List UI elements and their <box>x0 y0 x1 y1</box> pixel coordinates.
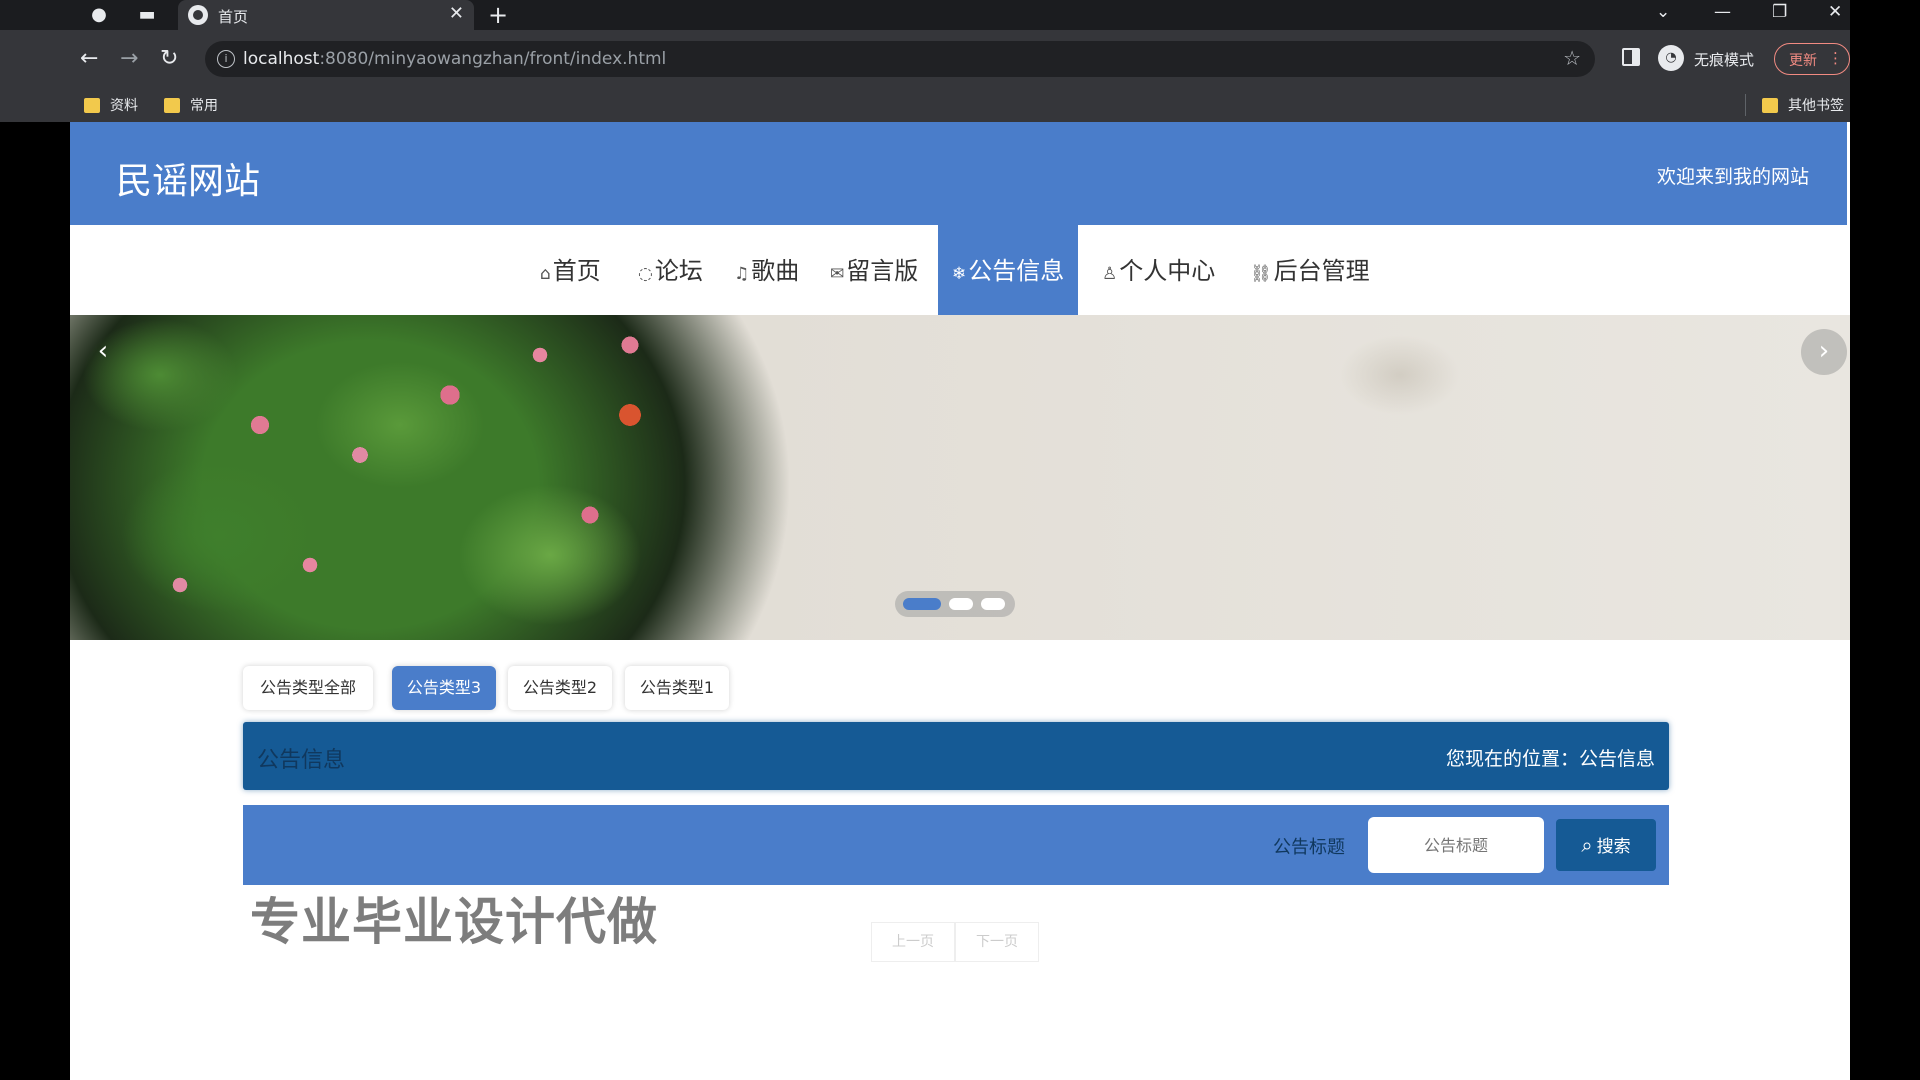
nav-item-home[interactable]: ⌂首页 <box>540 225 601 317</box>
user-icon: ♙ <box>1102 264 1118 284</box>
bookmark-label: 常用 <box>190 98 218 114</box>
url-host: localhost <box>243 49 320 69</box>
bookmark-label: 资料 <box>110 98 138 114</box>
next-page-button[interactable]: 下一页 <box>955 922 1039 962</box>
web-page: 民谣网站 欢迎来到我的网站 ⌂首页 ◌论坛 ♫歌曲 ✉留言版 ❄公告信息 ♙个人… <box>70 122 1850 1080</box>
reload-icon[interactable]: ↻ <box>160 45 178 73</box>
folder-icon <box>1762 98 1778 113</box>
close-window-button[interactable]: ✕ <box>1828 2 1842 22</box>
address-bar[interactable]: i localhost:8080/minyaowangzhan/front/in… <box>205 41 1595 77</box>
folder-icon <box>84 98 100 113</box>
filter-type-2[interactable]: 公告类型2 <box>508 666 612 710</box>
globe-icon <box>188 5 208 25</box>
search-icon: ⌕ <box>1581 833 1593 857</box>
filter-type-all[interactable]: 公告类型全部 <box>243 666 373 710</box>
banner-carousel[interactable]: ‹ › <box>70 315 1850 640</box>
forward-icon[interactable]: → <box>120 45 138 73</box>
folder-icon <box>164 98 180 113</box>
bookmarks-bar: 资料 常用 其他书签 <box>0 88 1850 122</box>
bookmark-star-icon[interactable]: ☆ <box>1563 46 1581 70</box>
search-button[interactable]: ⌕ 搜索 <box>1556 819 1656 871</box>
carousel-dot-1[interactable] <box>903 598 941 610</box>
breadcrumb: 公告信息 您现在的位置：公告信息 <box>243 722 1669 790</box>
carousel-indicators <box>895 591 1015 617</box>
main-nav: ⌂首页 ◌论坛 ♫歌曲 ✉留言版 ❄公告信息 ♙个人中心 ⛓后台管理 <box>70 225 1847 317</box>
more-vert-icon: ⋮ <box>1828 49 1843 67</box>
restore-button[interactable]: ❐ <box>1772 2 1787 22</box>
nav-label: 个人中心 <box>1119 257 1216 285</box>
bookmark-folder-ziliao[interactable]: 资料 <box>84 96 138 116</box>
filter-type-1[interactable]: 公告类型1 <box>625 666 729 710</box>
forum-icon: ◌ <box>638 264 653 284</box>
search-button-label: 搜索 <box>1596 837 1631 857</box>
location-text: 您现在的位置：公告信息 <box>1445 748 1655 770</box>
snowflake-icon: ❄ <box>952 264 967 284</box>
chevron-right-icon[interactable]: › <box>1801 329 1847 375</box>
site-header: 民谣网站 欢迎来到我的网站 <box>70 122 1847 225</box>
tab-home[interactable]: 首页 ✕ <box>178 0 474 30</box>
site-title: 民谣网站 <box>116 161 261 202</box>
mail-icon: ✉ <box>830 264 845 284</box>
url-path: :8080/minyaowangzhan/front/index.html <box>319 49 667 69</box>
nav-item-forum[interactable]: ◌论坛 <box>638 225 703 317</box>
music-icon: ♫ <box>734 264 750 284</box>
nav-item-guestbook[interactable]: ✉留言版 <box>830 225 918 317</box>
watermark-text: 专业毕业设计代做 <box>250 893 658 951</box>
nav-label: 留言版 <box>846 257 919 285</box>
close-tab-icon[interactable]: ✕ <box>449 3 464 24</box>
chevron-left-icon[interactable]: ‹ <box>80 329 126 375</box>
search-label: 公告标题 <box>1273 837 1345 858</box>
browser-menu-icon[interactable]: ● <box>88 4 110 26</box>
nav-label: 后台管理 <box>1273 257 1370 285</box>
update-label: 更新 <box>1789 53 1817 69</box>
bookmark-folder-other[interactable]: 其他书签 <box>1762 96 1844 116</box>
banner-image <box>70 315 830 640</box>
new-tab-button[interactable]: + <box>488 1 508 29</box>
bookmark-folder-changyong[interactable]: 常用 <box>164 96 218 116</box>
minimize-button[interactable]: — <box>1714 2 1731 22</box>
carousel-dot-3[interactable] <box>981 598 1005 610</box>
url-text[interactable]: localhost:8080/minyaowangzhan/front/inde… <box>243 49 666 69</box>
search-input[interactable] <box>1368 817 1544 873</box>
side-panel-icon[interactable] <box>1622 48 1640 66</box>
tab-search-icon[interactable]: ▬ <box>136 4 158 26</box>
update-button[interactable]: 更新 ⋮ <box>1774 43 1850 75</box>
nav-item-admin[interactable]: ⛓后台管理 <box>1250 225 1370 317</box>
nav-label: 公告信息 <box>968 257 1065 285</box>
section-title: 公告信息 <box>257 748 346 773</box>
search-bar: 公告标题 ⌕搜索 <box>243 805 1669 885</box>
home-icon: ⌂ <box>540 264 551 284</box>
prev-page-button[interactable]: 上一页 <box>871 922 955 962</box>
incognito-label[interactable]: 无痕模式 <box>1694 49 1754 70</box>
welcome-text: 欢迎来到我的网站 <box>1656 166 1809 188</box>
nav-label: 论坛 <box>654 257 703 285</box>
info-icon[interactable]: i <box>217 50 235 68</box>
nav-label: 首页 <box>552 257 601 285</box>
browser-chrome: ● ▬ 首页 ✕ + ⌄ — ❐ ✕ ← → ↻ i localhost:808… <box>0 0 1850 122</box>
browser-toolbar: ← → ↻ i localhost:8080/minyaowangzhan/fr… <box>0 30 1850 88</box>
back-icon[interactable]: ← <box>80 45 98 73</box>
nav-item-announcements[interactable]: ❄公告信息 <box>938 225 1079 317</box>
incognito-icon[interactable]: ◔ <box>1658 45 1684 71</box>
bookmarks-divider <box>1745 94 1746 116</box>
tab-strip: ● ▬ 首页 ✕ + ⌄ — ❐ ✕ <box>0 0 1850 30</box>
filter-type-3[interactable]: 公告类型3 <box>392 666 496 710</box>
nav-item-profile[interactable]: ♙个人中心 <box>1102 225 1215 317</box>
nav-item-songs[interactable]: ♫歌曲 <box>734 225 799 317</box>
tab-list-chevron-icon[interactable]: ⌄ <box>1656 2 1670 22</box>
tab-title: 首页 <box>218 8 249 26</box>
bookmark-label: 其他书签 <box>1788 98 1844 114</box>
carousel-dot-2[interactable] <box>949 598 973 610</box>
nav-label: 歌曲 <box>751 257 800 285</box>
link-icon: ⛓ <box>1250 264 1272 284</box>
